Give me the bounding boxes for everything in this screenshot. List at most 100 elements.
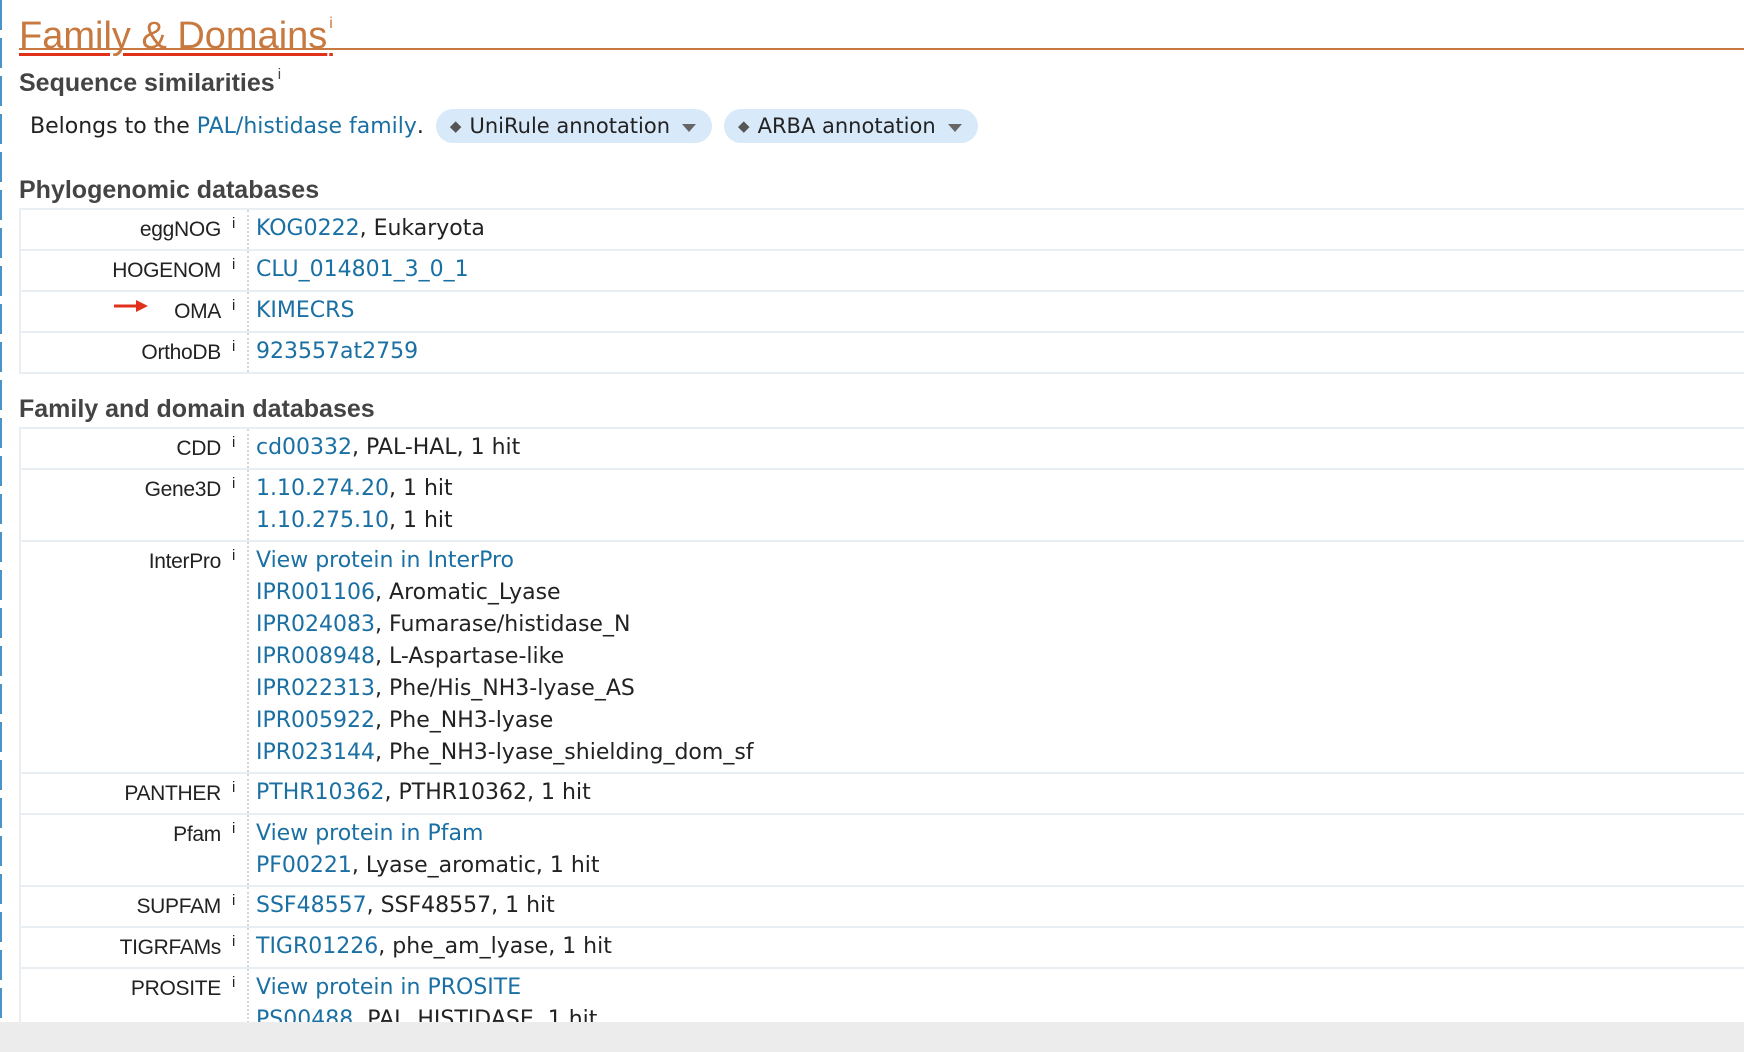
db-values-cell: KOG0222, Eukaryota xyxy=(248,208,1744,251)
db-entry-link[interactable]: 1.10.275.10 xyxy=(256,508,389,533)
db-name-cell: OrthoDB i xyxy=(19,331,249,374)
db-entry-link[interactable]: 923557at2759 xyxy=(256,339,418,364)
db-entry: PTHR10362, PTHR10362, 1 hit xyxy=(256,777,1744,809)
db-entry-text: , Phe_NH3-lyase_shielding_dom_sf xyxy=(375,740,754,765)
db-entry-link[interactable]: View protein in InterPro xyxy=(256,548,514,573)
db-row: PANTHER i PTHR10362, PTHR10362, 1 hit xyxy=(19,772,1744,815)
db-entry-link[interactable]: IPR001106 xyxy=(256,580,375,605)
info-icon[interactable]: i xyxy=(232,820,235,837)
db-values-cell: View protein in InterPro IPR001106, Aroma… xyxy=(248,540,1744,774)
db-entry-link[interactable]: IPR023144 xyxy=(256,740,375,765)
db-name: Pfam xyxy=(173,823,221,846)
db-entry: cd00332, PAL-HAL, 1 hit xyxy=(256,432,1744,464)
tag-icon: ◆ xyxy=(449,117,462,135)
db-entry-text: , Phe_NH3-lyase xyxy=(375,708,554,733)
db-entry-link[interactable]: 1.10.274.20 xyxy=(256,476,389,501)
db-name: TIGRFAMs xyxy=(119,936,222,959)
db-entry-link[interactable]: PF00221 xyxy=(256,853,352,878)
db-entry-link[interactable]: KOG0222 xyxy=(256,216,360,241)
db-entry: 1.10.274.20, 1 hit xyxy=(256,473,1744,505)
db-entry-link[interactable]: IPR008948 xyxy=(256,644,375,669)
db-entry-link[interactable]: IPR024083 xyxy=(256,612,375,637)
db-entry-link[interactable]: SSF48557 xyxy=(256,893,367,918)
db-name: PANTHER xyxy=(124,782,221,805)
db-name: eggNOG xyxy=(139,218,221,241)
db-row: CDD i cd00332, PAL-HAL, 1 hit xyxy=(19,427,1744,470)
db-values-cell: SSF48557, SSF48557, 1 hit xyxy=(248,885,1744,928)
db-entry: PF00221, Lyase_aromatic, 1 hit xyxy=(256,850,1744,882)
info-icon[interactable]: i xyxy=(232,974,235,991)
db-name: OrthoDB xyxy=(141,341,221,364)
db-entry-link[interactable]: View protein in Pfam xyxy=(256,821,483,846)
info-icon[interactable]: i xyxy=(232,475,235,492)
db-entry-text: , Lyase_aromatic, 1 hit xyxy=(351,853,600,878)
db-row: OMA i KIMECRS xyxy=(19,290,1744,333)
tag-icon: ◆ xyxy=(738,117,750,135)
db-name-cell: Gene3D i xyxy=(19,468,249,542)
db-row: eggNOG i KOG0222, Eukaryota xyxy=(19,208,1744,251)
db-row: Gene3D i 1.10.274.20, 1 hit 1.10.275.10, 1 … xyxy=(19,468,1744,542)
db-entry-link[interactable]: cd00332 xyxy=(256,435,352,460)
db-entry-link[interactable]: View protein in PROSITE xyxy=(256,975,521,1000)
db-values-cell: 923557at2759 xyxy=(248,331,1744,374)
db-entry-link[interactable]: IPR005922 xyxy=(256,708,375,733)
info-icon[interactable]: i xyxy=(232,547,235,564)
annotation-arrow xyxy=(114,300,148,312)
db-entry-text: , 1 hit xyxy=(388,476,453,501)
info-icon[interactable]: i xyxy=(232,215,235,232)
db-name-cell: eggNOG i xyxy=(19,208,249,251)
db-entry-text: , PTHR10362, 1 hit xyxy=(384,780,591,805)
phylogenomic-databases-heading: Phylogenomic databases xyxy=(19,176,320,204)
info-icon[interactable]: i xyxy=(232,779,235,796)
db-name: OMA xyxy=(174,300,221,323)
db-entry: View protein in Pfam xyxy=(256,818,1744,850)
db-row: OrthoDB i 923557at2759 xyxy=(19,331,1744,374)
db-values-cell: 1.10.274.20, 1 hit 1.10.275.10, 1 hit xyxy=(248,468,1744,542)
unirule-annotation-button[interactable]: ◆ UniRule annotation xyxy=(435,109,713,143)
db-entry-link[interactable]: CLU_014801_3_0_1 xyxy=(256,257,469,282)
db-name-cell: SUPFAM i xyxy=(19,885,249,928)
info-icon[interactable]: i xyxy=(232,892,235,909)
db-name-cell: Pfam i xyxy=(19,813,249,887)
phylogenomic-table: eggNOG i KOG0222, Eukaryota HOGENOM i CLU_014… xyxy=(19,208,1744,374)
family-link[interactable]: PAL/histidase family xyxy=(197,114,417,139)
db-entry: 1.10.275.10, 1 hit xyxy=(256,505,1744,537)
db-entry-text: , Phe/His_NH3-lyase_AS xyxy=(375,676,635,701)
info-icon[interactable]: i xyxy=(278,66,281,83)
db-entry-text: , Fumarase/histidase_N xyxy=(375,612,631,637)
db-entry-link[interactable]: KIMECRS xyxy=(256,298,354,323)
db-entry-text: , SSF48557, 1 hit xyxy=(366,893,555,918)
info-icon[interactable]: i xyxy=(232,256,235,273)
left-edge-rule xyxy=(0,0,3,1052)
db-entry: TIGR01226, phe_am_lyase, 1 hit xyxy=(256,931,1744,963)
db-entry: KOG0222, Eukaryota xyxy=(256,213,1744,245)
db-values-cell: CLU_014801_3_0_1 xyxy=(248,249,1744,292)
db-values-cell: PTHR10362, PTHR10362, 1 hit xyxy=(248,772,1744,815)
info-icon[interactable]: i xyxy=(232,297,235,314)
section-title[interactable]: Family & Domains i xyxy=(19,2,333,58)
info-icon[interactable]: i xyxy=(232,933,235,950)
db-row: TIGRFAMs i TIGR01226, phe_am_lyase, 1 hit xyxy=(19,926,1744,969)
db-values-cell: cd00332, PAL-HAL, 1 hit xyxy=(248,427,1744,470)
family-domain-databases-heading: Family and domain databases xyxy=(19,395,375,423)
chevron-down-icon xyxy=(682,124,697,132)
db-row: Pfam i View protein in Pfam PF00221, Lyase_… xyxy=(19,813,1744,887)
db-entry-text: , phe_am_lyase, 1 hit xyxy=(378,934,612,959)
db-name: SUPFAM xyxy=(136,895,221,918)
db-entry-link[interactable]: IPR022313 xyxy=(256,676,375,701)
db-entry: IPR023144, Phe_NH3-lyase_shielding_dom_s… xyxy=(256,737,1744,769)
info-icon[interactable]: i xyxy=(232,434,235,451)
db-name-cell: HOGENOM i xyxy=(19,249,249,292)
db-entry: 923557at2759 xyxy=(256,336,1744,368)
arba-annotation-button[interactable]: ◆ ARBA annotation xyxy=(724,109,978,143)
db-entry: IPR022313, Phe/His_NH3-lyase_AS xyxy=(256,673,1744,705)
db-entry: IPR024083, Fumarase/histidase_N xyxy=(256,609,1744,641)
db-entry-text: , PAL-HAL, 1 hit xyxy=(352,435,521,460)
db-entry-link[interactable]: TIGR01226 xyxy=(256,934,378,959)
info-icon[interactable]: i xyxy=(232,338,235,355)
info-icon[interactable]: i xyxy=(329,15,333,32)
db-row: HOGENOM i CLU_014801_3_0_1 xyxy=(19,249,1744,292)
db-entry-link[interactable]: PTHR10362 xyxy=(256,780,385,805)
db-name: CDD xyxy=(176,437,221,460)
db-name: InterPro xyxy=(148,550,222,573)
